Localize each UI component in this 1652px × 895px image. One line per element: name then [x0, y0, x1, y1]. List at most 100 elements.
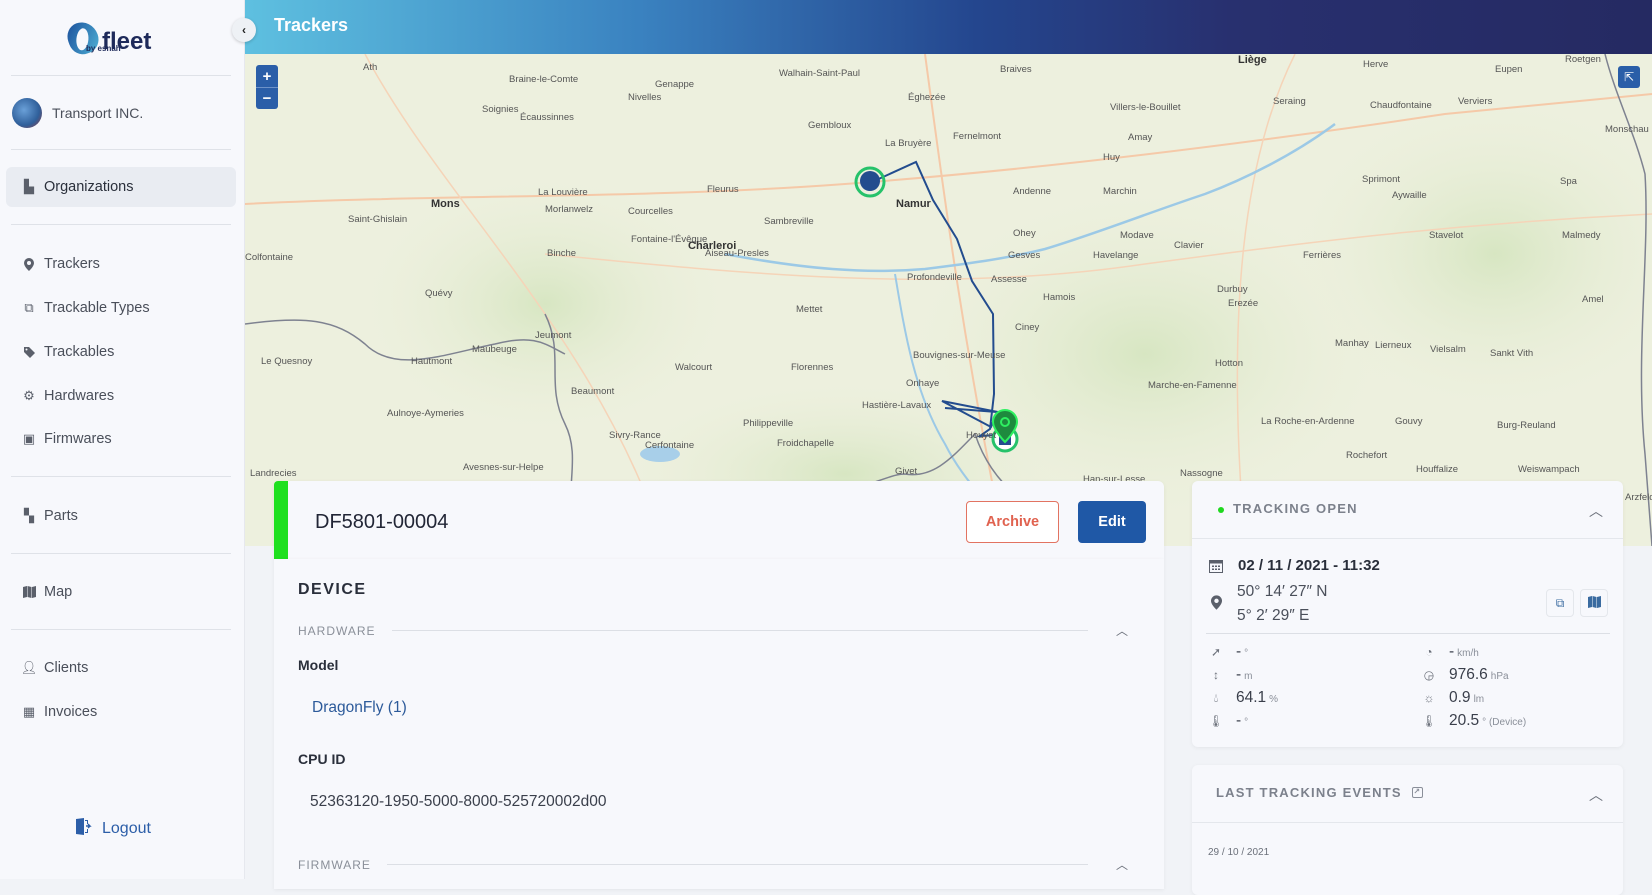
map-place-label: Liège: [1238, 54, 1267, 66]
map-place-label: Hamois: [1043, 292, 1076, 303]
map-place-label: La Louvière: [538, 187, 588, 198]
map-place-label: Florennes: [791, 362, 834, 373]
map-place-label: Arzfeld: [1625, 492, 1652, 503]
map-view[interactable]: Ath Braine-le-Comte Nivelles Genappe Walhain…: [245, 54, 1652, 546]
tracking-datetime: 02 / 11 / 2021 - 11:32: [1238, 557, 1380, 574]
sidebar-item-trackers[interactable]: Trackers: [6, 244, 236, 284]
longitude-value: 5° 2′ 29″ E: [1237, 607, 1310, 624]
map-place-label: Mettet: [796, 304, 823, 315]
map-place-label: Mons: [431, 198, 460, 210]
grid-icon: ▦: [22, 704, 36, 719]
map-place-label: Bouvignes-sur-Meuse: [913, 350, 1006, 361]
map-place-label: Manhay: [1335, 338, 1369, 349]
divider: [11, 553, 231, 554]
sidebar-item-label: Invoices: [44, 704, 98, 720]
map-place-label: Chaudfontaine: [1370, 100, 1432, 111]
top-bar: Trackers: [245, 0, 1652, 54]
temperature-value: -: [1236, 712, 1242, 729]
light-unit: lm: [1473, 694, 1485, 705]
open-in-map-button[interactable]: [1580, 589, 1608, 617]
map-place-label: Amel: [1582, 294, 1604, 305]
map-place-label: Éghezée: [908, 92, 946, 103]
map-place-label: Hastière-Lavaux: [862, 400, 932, 411]
puzzle-icon: ▚: [24, 508, 34, 523]
map-place-label: Profondeville: [907, 272, 962, 283]
map-place-label: Morlanwelz: [545, 204, 594, 215]
chevron-up-icon[interactable]: ︿: [1589, 501, 1603, 521]
zoom-out-button[interactable]: −: [256, 87, 278, 109]
sidebar-item-map[interactable]: Map: [6, 572, 236, 612]
edit-button[interactable]: Edit: [1078, 501, 1146, 543]
tracking-card-header[interactable]: TRACKING OPEN ︿: [1192, 481, 1623, 539]
sidebar-item-organizations[interactable]: ▙ Organizations: [6, 167, 236, 207]
tag-icon: [22, 346, 36, 359]
sidebar-item-invoices[interactable]: ▦ Invoices: [6, 692, 236, 732]
sun-icon: ☼: [1423, 691, 1435, 705]
humidity-metric: 💧︎ 64.1%: [1208, 689, 1278, 707]
device-id: DF5801-00004: [315, 511, 449, 533]
copy-coordinates-button[interactable]: ⧉: [1546, 589, 1574, 617]
map-place-label: La Roche-en-Ardenne: [1261, 416, 1355, 427]
map-place-label: Amay: [1128, 132, 1153, 143]
collapse-sidebar-button[interactable]: ‹: [232, 18, 256, 42]
speed-value: -: [1449, 643, 1455, 660]
map-place-label: Huy: [1103, 152, 1120, 163]
map-place-label: Courcelles: [628, 206, 673, 217]
speedometer-icon: ◔: [1425, 645, 1433, 659]
hardware-section-header[interactable]: HARDWARE ︿: [298, 622, 1128, 639]
chevron-up-icon[interactable]: ︿: [1589, 785, 1603, 805]
device-details-card: DEVICE HARDWARE ︿ Model DragonFly (1) CP…: [274, 559, 1164, 889]
sidebar-item-trackable-types[interactable]: ⧉ Trackable Types: [6, 288, 236, 328]
map-place-label: Weiswampach: [1518, 464, 1580, 475]
archive-button[interactable]: Archive: [966, 501, 1059, 543]
map-place-label: Ohey: [1013, 228, 1036, 239]
map-place-label: Seraing: [1273, 96, 1306, 107]
divider: [11, 629, 231, 630]
sidebar-item-hardwares[interactable]: ⚙ Hardwares: [6, 376, 236, 416]
events-card-header[interactable]: LAST TRACKING EVENTS ↗ ︿: [1192, 765, 1623, 823]
altitude-value: -: [1236, 666, 1242, 683]
map-place-label: Soignies: [482, 104, 519, 115]
external-link-icon[interactable]: ↗: [1411, 787, 1423, 798]
map-place-label: Hautmont: [411, 356, 453, 367]
sidebar-item-label: Clients: [44, 660, 89, 676]
zoom-in-button[interactable]: +: [256, 65, 278, 87]
fullscreen-icon[interactable]: ⇱: [1618, 66, 1640, 88]
organization-switcher[interactable]: Transport INC.: [12, 98, 143, 128]
map-place-label: Spa: [1560, 176, 1577, 187]
tracking-status-card: TRACKING OPEN ︿ 02 / 11 / 2021 - 11:32 5…: [1192, 481, 1623, 747]
sidebar-item-trackables[interactable]: Trackables: [6, 332, 236, 372]
map-place-label: Maubeuge: [472, 344, 517, 355]
map-place-label: Lierneux: [1375, 340, 1412, 351]
map-place-label: Ciney: [1015, 322, 1040, 333]
map-place-label: Nivelles: [628, 92, 662, 103]
map-place-label: Malmedy: [1562, 230, 1601, 241]
speed-unit: km/h: [1457, 648, 1479, 659]
firmware-section-label: FIRMWARE: [298, 857, 371, 872]
chevron-up-icon[interactable]: ︿: [1116, 622, 1128, 639]
map-place-label: Walhain-Saint-Paul: [779, 68, 860, 79]
sidebar-item-parts[interactable]: ▚ Parts: [6, 496, 236, 536]
calendar-icon: [1208, 559, 1224, 573]
sidebar: fleet by esnah Transport INC. ▙ Organiza…: [0, 0, 245, 879]
sidebar-item-clients[interactable]: 👤︎ Clients: [6, 648, 236, 688]
cpu-id-value: 52363120-1950-5000-8000-525720002d00: [310, 793, 607, 810]
map-place-label: Andenne: [1013, 186, 1052, 197]
latitude-value: 50° 14′ 27″ N: [1237, 583, 1328, 600]
heading-unit: °: [1244, 648, 1249, 659]
tracking-datetime-row: 02 / 11 / 2021 - 11:32: [1208, 557, 1380, 574]
sidebar-item-firmwares[interactable]: ▣ Firmwares: [6, 419, 236, 459]
section-rule: [391, 630, 1088, 631]
page-title: Trackers: [274, 15, 349, 35]
divider: [1206, 633, 1610, 634]
model-link[interactable]: DragonFly (1): [312, 699, 407, 717]
divider: [11, 224, 231, 225]
event-date-group: 29 / 10 / 2021: [1208, 847, 1270, 858]
map-place-label: Avesnes-sur-Helpe: [463, 462, 544, 473]
map-place-label: Fleurus: [707, 184, 739, 195]
map-place-label: Marche-en-Famenne: [1148, 380, 1237, 391]
logout-button[interactable]: Logout: [76, 818, 151, 840]
map-place-label: Braine-le-Comte: [509, 74, 579, 85]
chevron-up-icon[interactable]: ︿: [1116, 856, 1128, 873]
firmware-section-header[interactable]: FIRMWARE ︿: [298, 856, 1128, 873]
